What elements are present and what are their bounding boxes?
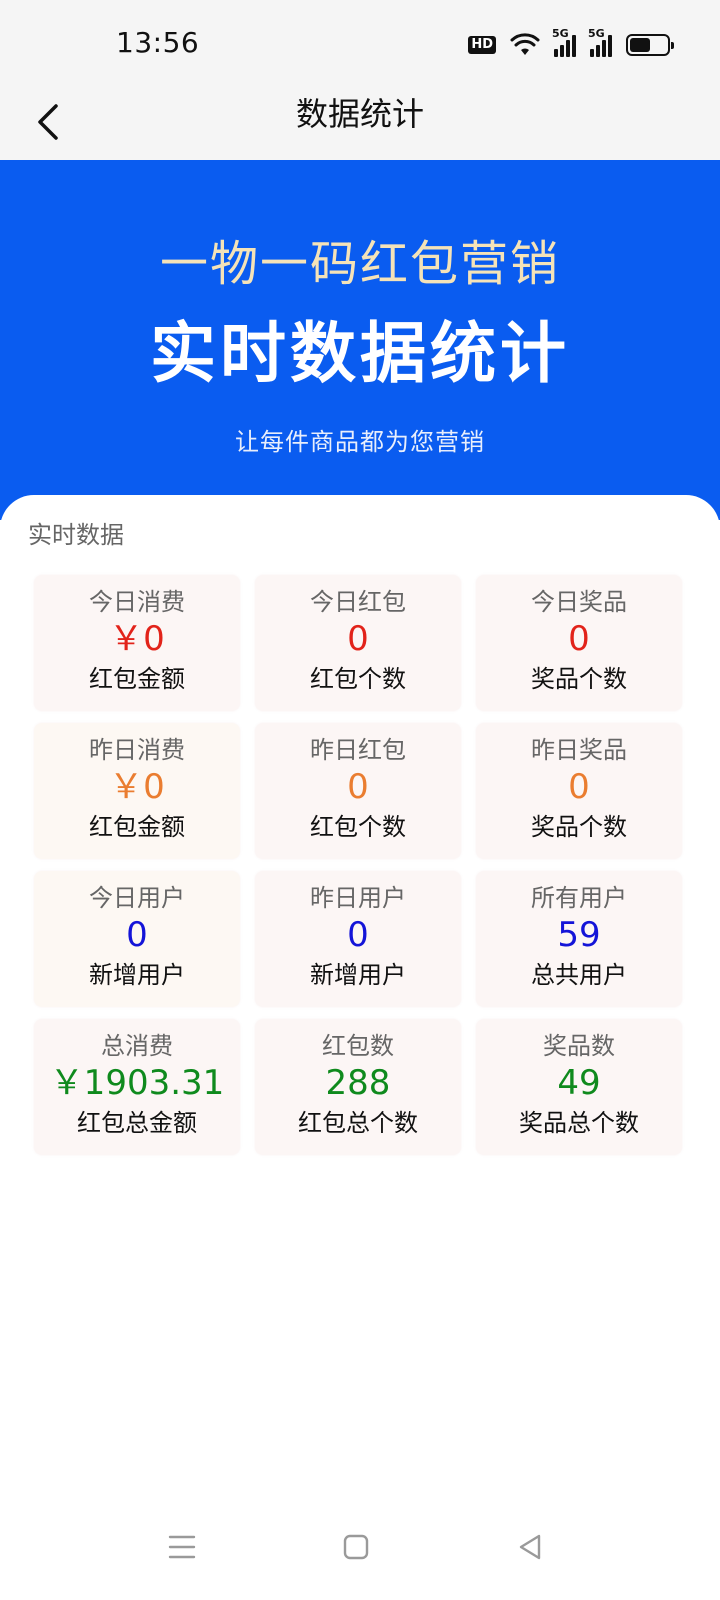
signal-icon-sim2: 5G [588, 27, 612, 57]
menu-icon [168, 1535, 196, 1559]
stat-label: 奖品个数 [531, 813, 627, 841]
stats-card: 实时数据 今日消费 ￥0 红包金额 今日红包 0 红包个数 今日奖品 0 奖品个… [0, 495, 720, 1495]
sim1-label: 5G [552, 27, 569, 40]
battery-icon [626, 34, 674, 56]
stat-title: 奖品数 [543, 1032, 615, 1060]
stats-grid: 今日消费 ￥0 红包金额 今日红包 0 红包个数 今日奖品 0 奖品个数 昨日消… [34, 575, 686, 1155]
home-square-icon [343, 1534, 369, 1560]
sim2-label: 5G [588, 27, 605, 40]
stat-value: 0 [126, 915, 148, 955]
stat-label: 红包金额 [89, 813, 185, 841]
stat-label: 奖品个数 [531, 665, 627, 693]
status-bar: 13:56 HD 5G 5G [0, 0, 720, 84]
status-time: 13:56 [116, 26, 200, 59]
stat-label: 新增用户 [89, 961, 185, 989]
stat-label: 奖品总个数 [519, 1109, 639, 1137]
stat-value: 49 [557, 1063, 601, 1103]
stat-value: 0 [568, 767, 590, 807]
home-button[interactable] [326, 1522, 386, 1572]
system-back-button[interactable] [500, 1522, 560, 1572]
stat-yesterday-redpacket: 昨日红包 0 红包个数 [255, 723, 461, 859]
hero-banner: 一物一码红包营销 实时数据统计 让每件商品都为您营销 [0, 160, 720, 520]
stat-title: 总消费 [101, 1032, 173, 1060]
back-button[interactable] [22, 94, 74, 150]
stat-total-prizes: 奖品数 49 奖品总个数 [476, 1019, 682, 1155]
hero-title: 一物一码红包营销 [159, 236, 560, 292]
stat-today-redpacket: 今日红包 0 红包个数 [255, 575, 461, 711]
stat-today-spend: 今日消费 ￥0 红包金额 [34, 575, 240, 711]
stat-title: 今日消费 [89, 588, 185, 616]
stat-title: 红包数 [322, 1032, 394, 1060]
stat-today-prize: 今日奖品 0 奖品个数 [476, 575, 682, 711]
back-triangle-icon [519, 1534, 541, 1560]
battery-fill [630, 38, 650, 52]
menu-button[interactable] [152, 1522, 212, 1572]
stat-label: 红包个数 [310, 665, 406, 693]
stat-value: ￥0 [109, 767, 165, 807]
stat-value: ￥1903.31 [49, 1063, 225, 1103]
stat-value: 0 [347, 619, 369, 659]
chevron-left-icon [38, 104, 58, 140]
stat-total-spend: 总消费 ￥1903.31 红包总金额 [34, 1019, 240, 1155]
stat-today-users: 今日用户 0 新增用户 [34, 871, 240, 1007]
wifi-icon [510, 33, 540, 55]
stat-title: 昨日消费 [89, 736, 185, 764]
stat-title: 昨日红包 [310, 736, 406, 764]
stat-total-redpackets: 红包数 288 红包总个数 [255, 1019, 461, 1155]
stat-value: ￥0 [109, 619, 165, 659]
stat-value: 288 [325, 1063, 391, 1103]
stat-label: 总共用户 [531, 961, 627, 989]
stat-title: 昨日奖品 [531, 736, 627, 764]
stat-title: 今日用户 [89, 884, 185, 912]
hero-headline: 实时数据统计 [150, 315, 570, 392]
stat-label: 红包总个数 [298, 1109, 418, 1137]
stat-label: 红包总金额 [77, 1109, 197, 1137]
section-title: 实时数据 [28, 521, 124, 549]
stat-title: 所有用户 [531, 884, 627, 912]
stat-label: 红包个数 [310, 813, 406, 841]
stat-value: 0 [568, 619, 590, 659]
nav-bar: 数据统计 [0, 84, 720, 160]
stat-label: 红包金额 [89, 665, 185, 693]
stat-value: 0 [347, 915, 369, 955]
stat-yesterday-users: 昨日用户 0 新增用户 [255, 871, 461, 1007]
stat-yesterday-prize: 昨日奖品 0 奖品个数 [476, 723, 682, 859]
stat-value: 0 [347, 767, 369, 807]
stat-value: 59 [557, 915, 601, 955]
stat-label: 新增用户 [310, 961, 406, 989]
stat-title: 昨日用户 [310, 884, 406, 912]
stat-all-users: 所有用户 59 总共用户 [476, 871, 682, 1007]
hd-icon: HD [468, 36, 496, 54]
signal-icon-sim1: 5G [552, 27, 576, 57]
status-icons: HD 5G 5G [468, 27, 674, 60]
stat-title: 今日奖品 [531, 588, 627, 616]
stat-title: 今日红包 [310, 588, 406, 616]
stat-yesterday-spend: 昨日消费 ￥0 红包金额 [34, 723, 240, 859]
hero-subtitle: 让每件商品都为您营销 [235, 428, 485, 456]
system-nav-bar [0, 1500, 720, 1600]
page-title: 数据统计 [295, 95, 424, 133]
